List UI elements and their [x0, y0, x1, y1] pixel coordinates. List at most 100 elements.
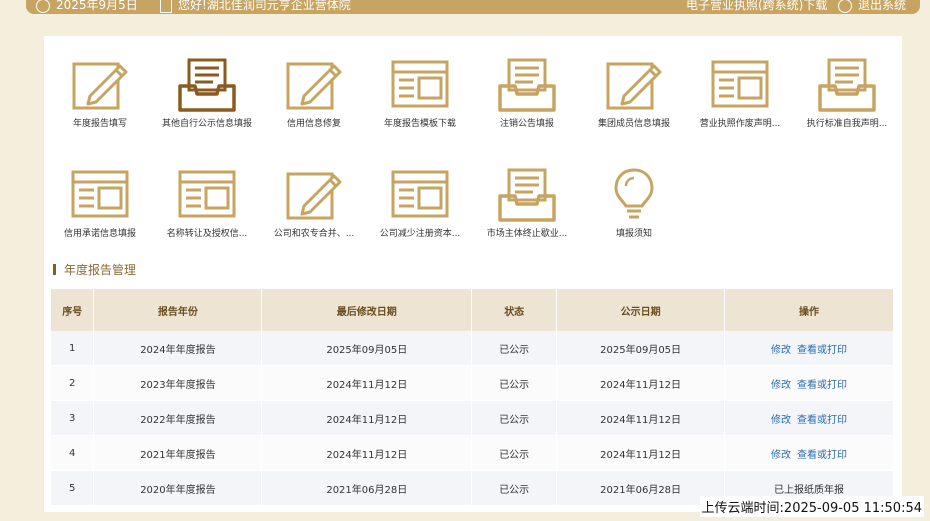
- bulb-icon: [584, 166, 684, 224]
- date-display: 2025年9月5日: [36, 0, 138, 13]
- view-print-link[interactable]: 查看或打印: [797, 415, 847, 426]
- inbox-icon: [797, 56, 897, 114]
- col-header-modified: 最后修改日期: [261, 289, 473, 331]
- inbox-icon: [477, 166, 577, 224]
- cell-no: 2: [51, 365, 95, 401]
- col-header-status: 状态: [471, 289, 558, 331]
- view-print-link[interactable]: 查看或打印: [797, 450, 847, 461]
- cell-year: 2023年年度报告: [93, 365, 263, 401]
- table-row: 3 2022年年度报告 2024年11月12日 已公示 2024年11月12日 …: [51, 400, 894, 436]
- pencil-icon: [584, 56, 684, 114]
- view-print-link[interactable]: 查看或打印: [797, 380, 847, 391]
- cell-actions: 修改 查看或打印: [724, 365, 894, 401]
- grid-item-label: 年度报告模板下载: [383, 119, 456, 129]
- grid-item-9[interactable]: 信用承诺信息填报: [50, 166, 150, 241]
- cell-no: 1: [51, 331, 95, 366]
- table-row: 1 2024年年度报告 2025年09月05日 已公示 2025年09月05日 …: [51, 331, 894, 366]
- table-row: 4 2021年年度报告 2024年11月12日 已公示 2024年11月12日 …: [51, 435, 894, 471]
- cell-published: 2025年09月05日: [556, 331, 726, 366]
- grid-item-11[interactable]: 公司和农专合并、...: [264, 166, 364, 241]
- pencil-icon: [50, 56, 150, 114]
- cell-status: 已公示: [471, 435, 558, 471]
- grid-item-1[interactable]: 年度报告填写: [50, 56, 150, 131]
- grid-item-label: 信用信息修复: [286, 119, 341, 129]
- grid-item-label: 营业执照作废声明...: [699, 119, 781, 129]
- grid-item-label: 注销公告填报: [499, 119, 554, 129]
- section-marker: [53, 264, 56, 275]
- grid-item-label: 市场主体终止歇业...: [486, 229, 568, 239]
- grid-item-12[interactable]: 公司减少注册资本...: [370, 166, 470, 241]
- top-bar: 2025年9月5日 您好!湖北佳润司元亨企业营体院 电子营业执照(跨系统)下载 …: [26, 0, 920, 14]
- edit-link[interactable]: 修改: [771, 450, 791, 461]
- cell-year: 2020年年度报告: [93, 470, 263, 506]
- grid-item-8[interactable]: 执行标准自我声明...: [797, 56, 897, 131]
- cell-modified: 2024年11月12日: [261, 435, 473, 471]
- grid-item-label: 其他自行公示信息填报: [161, 119, 252, 129]
- clock-icon: [36, 0, 50, 13]
- cell-status: 已公示: [471, 331, 558, 366]
- annual-report-table: 序号 报告年份 最后修改日期 状态 公示日期 操作 1 2024年年度报告 20…: [51, 289, 894, 506]
- cell-year: 2021年年度报告: [93, 435, 263, 471]
- license-download-link[interactable]: 电子营业执照(跨系统)下载: [686, 0, 827, 13]
- table-header-row: 序号 报告年份 最后修改日期 状态 公示日期 操作: [51, 289, 894, 331]
- grid-item-label: 名称转让及授权信...: [166, 229, 248, 239]
- table-row: 2 2023年年度报告 2024年11月12日 已公示 2024年11月12日 …: [51, 365, 894, 401]
- grid-item-14[interactable]: 填报须知: [584, 166, 684, 241]
- welcome-text: 您好!湖北佳润司元亨企业营体院: [160, 0, 351, 13]
- cell-actions: 修改 查看或打印: [724, 400, 894, 436]
- logout-button[interactable]: 退出系统: [838, 0, 906, 13]
- edit-link[interactable]: 修改: [771, 345, 791, 356]
- grid-item-4[interactable]: 年度报告模板下载: [370, 56, 470, 131]
- cell-status: 已公示: [471, 365, 558, 401]
- cell-modified: 2021年06月28日: [261, 470, 473, 506]
- cell-actions: 修改 查看或打印: [724, 331, 894, 366]
- user-icon: [160, 0, 172, 13]
- cell-year: 2024年年度报告: [93, 331, 263, 366]
- cell-no: 5: [51, 470, 95, 506]
- col-header-actions: 操作: [724, 289, 894, 331]
- grid-item-label: 执行标准自我声明...: [806, 119, 888, 129]
- cell-no: 4: [51, 435, 95, 471]
- grid-item-label: 填报须知: [615, 229, 652, 239]
- cell-modified: 2024年11月12日: [261, 400, 473, 436]
- form-icon: [157, 166, 257, 224]
- grid-item-5[interactable]: 注销公告填报: [477, 56, 577, 131]
- cell-published: 2024年11月12日: [556, 365, 726, 401]
- grid-item-label: 公司减少注册资本...: [379, 229, 461, 239]
- view-print-link[interactable]: 查看或打印: [797, 345, 847, 356]
- grid-item-10[interactable]: 名称转让及授权信...: [157, 166, 257, 241]
- cell-no: 3: [51, 400, 95, 436]
- cell-status: 已公示: [471, 470, 558, 506]
- inbox-icon: [157, 56, 257, 114]
- grid-item-label: 公司和农专合并、...: [273, 229, 355, 239]
- edit-link[interactable]: 修改: [771, 380, 791, 391]
- col-header-published: 公示日期: [556, 289, 726, 331]
- grid-item-2[interactable]: 其他自行公示信息填报: [157, 56, 257, 131]
- grid-item-7[interactable]: 营业执照作废声明...: [690, 56, 790, 131]
- cell-status: 已公示: [471, 400, 558, 436]
- cell-actions: 修改 查看或打印: [724, 435, 894, 471]
- grid-item-label: 年度报告填写: [72, 119, 127, 129]
- cell-modified: 2025年09月05日: [261, 331, 473, 366]
- cell-published: 2024年11月12日: [556, 400, 726, 436]
- section-title: 年度报告管理: [53, 261, 136, 278]
- edit-link[interactable]: 修改: [771, 415, 791, 426]
- col-header-no: 序号: [51, 289, 95, 331]
- upload-time-label: 上传云端时间:2025-09-05 11:50:54: [699, 496, 924, 517]
- form-icon: [370, 166, 470, 224]
- grid-item-13[interactable]: 市场主体终止歇业...: [477, 166, 577, 241]
- grid-item-label: 信用承诺信息填报: [63, 229, 136, 239]
- pencil-icon: [264, 56, 364, 114]
- cell-published: 2024年11月12日: [556, 435, 726, 471]
- form-icon: [690, 56, 790, 114]
- grid-item-label: 集团成员信息填报: [597, 119, 670, 129]
- cell-year: 2022年年度报告: [93, 400, 263, 436]
- col-header-year: 报告年份: [93, 289, 263, 331]
- grid-item-6[interactable]: 集团成员信息填报: [584, 56, 684, 131]
- inbox-icon: [477, 56, 577, 114]
- grid-item-3[interactable]: 信用信息修复: [264, 56, 364, 131]
- pencil-icon: [264, 166, 364, 224]
- cell-modified: 2024年11月12日: [261, 365, 473, 401]
- form-icon: [370, 56, 470, 114]
- form-icon: [50, 166, 150, 224]
